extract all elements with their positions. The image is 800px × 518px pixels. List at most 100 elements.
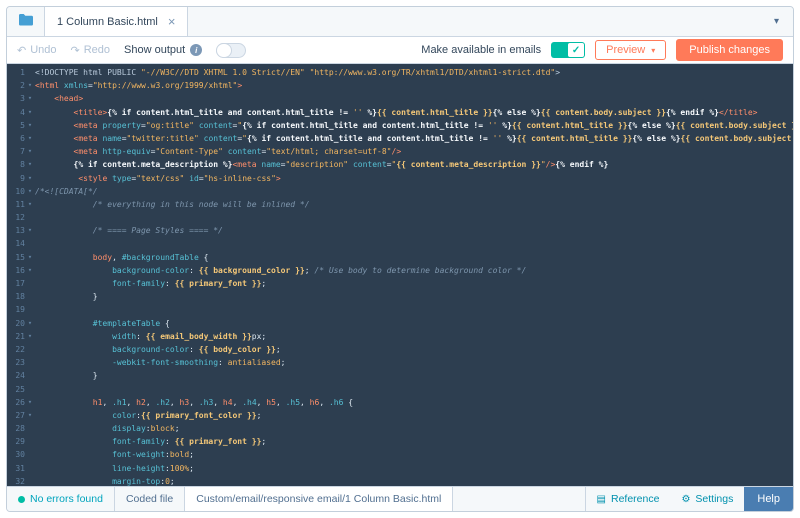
code-line[interactable]: 12▾ xyxy=(7,211,793,224)
chevron-down-icon: ▾ xyxy=(651,45,656,55)
code-text: h1, .h1, h2, .h2, h3, .h3, h4, .h4, h5, … xyxy=(92,397,354,407)
code-line[interactable]: 7 ▾ <meta http-equiv="Content-Type" conte… xyxy=(7,145,793,158)
code-line[interactable]: 30▾ font-weight:bold; xyxy=(7,448,793,461)
fold-caret-icon[interactable]: ▾ xyxy=(25,198,35,211)
publish-changes-button[interactable]: Publish changes xyxy=(676,39,783,61)
chevron-down-icon: ▾ xyxy=(773,16,779,27)
help-button[interactable]: Help xyxy=(744,487,793,511)
code-line[interactable]: 16 ▾ background-color: {{ background_colo… xyxy=(7,264,793,277)
status-bar: No errors found Coded file Custom/email/… xyxy=(7,486,793,511)
code-line[interactable]: 9 ▾ <style type="text/css" id="hs-inline-… xyxy=(7,172,793,185)
code-line[interactable]: 17▾ font-family: {{ primary_font }}; xyxy=(7,277,793,290)
reference-icon: ▤ xyxy=(596,493,606,505)
code-line[interactable]: 18▾ } xyxy=(7,290,793,303)
code-line[interactable]: 25▾ xyxy=(7,383,793,396)
toggle-knob xyxy=(216,42,233,58)
code-text: <style type="text/css" id="hs-inline-css… xyxy=(78,173,281,183)
status-dot-icon xyxy=(18,495,25,503)
code-line[interactable]: 20 ▾ #templateTable { xyxy=(7,317,793,330)
code-line[interactable]: 26 ▾ h1, .h1, h2, .h2, h3, .h3, h4, .h4, … xyxy=(7,396,793,409)
code-line[interactable]: 14▾ xyxy=(7,237,793,250)
line-number: 17 xyxy=(15,279,25,288)
code-text: <!DOCTYPE html PUBLIC "-//W3C//DTD XHTML… xyxy=(35,68,561,77)
code-text: color:{{ primary_font_color }}; xyxy=(112,410,262,420)
reference-label: Reference xyxy=(611,493,660,505)
code-text: font-weight:bold; xyxy=(112,450,194,460)
close-icon[interactable]: × xyxy=(168,15,176,28)
fold-caret-icon[interactable]: ▾ xyxy=(25,396,35,409)
code-line[interactable]: 6 ▾ <meta name="twitter:title" content="{… xyxy=(7,132,793,145)
code-text: body, #backgroundTable { xyxy=(92,252,209,262)
line-number: 13 xyxy=(15,226,25,236)
tab-1-column-basic[interactable]: 1 Column Basic.html × xyxy=(45,7,189,36)
fold-caret-icon[interactable]: ▾ xyxy=(25,330,35,343)
fold-caret-icon[interactable]: ▾ xyxy=(25,119,35,132)
code-line[interactable]: 8 ▾ {% if content.meta_description %}<met… xyxy=(7,158,793,171)
fold-caret-icon[interactable]: ▾ xyxy=(25,264,35,277)
fold-caret-icon[interactable]: ▾ xyxy=(25,106,35,119)
code-line[interactable]: 5 ▾ <meta property="og:title" content="{%… xyxy=(7,119,793,132)
code-line[interactable]: 15 ▾ body, #backgroundTable { xyxy=(7,251,793,264)
preview-label: Preview xyxy=(606,44,646,56)
code-text: line-height:100%; xyxy=(112,463,194,473)
make-available-toggle[interactable]: ✓ xyxy=(551,42,586,58)
code-line[interactable]: 22▾ background-color: {{ body_color }}; xyxy=(7,343,793,356)
settings-button[interactable]: ⚙ Settings xyxy=(670,487,744,511)
line-number: 24 xyxy=(15,371,25,381)
show-output-toggle[interactable] xyxy=(216,42,247,58)
code-line[interactable]: 24▾ } xyxy=(7,369,793,382)
code-line[interactable]: 10 ▾/*<![CDATA[*/ xyxy=(7,185,793,198)
fold-caret-icon[interactable]: ▾ xyxy=(25,251,35,264)
code-text: <meta property="og:title" content="{% if… xyxy=(73,120,793,130)
code-text: width: {{ email_body_width }}px; xyxy=(112,331,267,341)
tab-overflow-button[interactable]: ▾ xyxy=(760,7,793,36)
toolbar-right-group: Make available in emails ✓ Preview ▾ Pub… xyxy=(421,39,783,61)
line-number: 10 xyxy=(15,186,25,196)
code-line[interactable]: 4 ▾ <title>{% if content.html_title and c… xyxy=(7,106,793,119)
redo-button[interactable]: ↷ Redo xyxy=(71,44,111,57)
tab-bar: 1 Column Basic.html × ▾ xyxy=(7,7,793,37)
code-line[interactable]: 19▾ xyxy=(7,303,793,316)
fold-caret-icon[interactable]: ▾ xyxy=(25,317,35,330)
undo-button[interactable]: ↶ Undo xyxy=(17,44,57,57)
code-line[interactable]: 29▾ font-family: {{ primary_font }}; xyxy=(7,435,793,448)
code-line[interactable]: 1▾<!DOCTYPE html PUBLIC "-//W3C//DTD XHT… xyxy=(7,66,793,79)
gear-icon: ⚙ xyxy=(681,493,691,505)
fold-caret-icon[interactable]: ▾ xyxy=(25,172,35,185)
fold-caret-icon[interactable]: ▾ xyxy=(25,132,35,145)
fold-caret-icon[interactable]: ▾ xyxy=(25,185,35,198)
code-line[interactable]: 23▾ -webkit-font-smoothing: antialiased; xyxy=(7,356,793,369)
code-line[interactable]: 2 ▾ <html xmlns="http://www.w3.org/1999/xh… xyxy=(7,79,793,92)
code-text: {% if content.meta_description %}<meta n… xyxy=(73,160,609,170)
code-line[interactable]: 27 ▾ color:{{ primary_font_color }}; xyxy=(7,409,793,422)
code-text: margin-top:0; xyxy=(112,476,175,486)
code-text: <head> xyxy=(54,94,84,104)
info-icon[interactable]: i xyxy=(190,44,203,56)
code-text: <meta http-equiv="Content-Type" content=… xyxy=(73,147,402,157)
code-line[interactable]: 11 ▾ /* everything in this node will be i… xyxy=(7,198,793,211)
fold-caret-icon[interactable]: ▾ xyxy=(25,92,35,105)
fold-caret-icon[interactable]: ▾ xyxy=(25,409,35,422)
code-text: display:block; xyxy=(112,424,180,434)
fold-caret-icon[interactable]: ▾ xyxy=(25,224,35,237)
code-editor[interactable]: 1▾<!DOCTYPE html PUBLIC "-//W3C//DTD XHT… xyxy=(7,64,793,486)
line-number: 31 xyxy=(15,463,25,473)
file-browser-button[interactable] xyxy=(7,7,45,36)
fold-caret-icon[interactable]: ▾ xyxy=(25,79,35,92)
fold-caret-icon[interactable]: ▾ xyxy=(25,145,35,158)
code-line[interactable]: 28▾ display:block; xyxy=(7,422,793,435)
code-line[interactable]: 13 ▾ /* ==== Page Styles ==== */ xyxy=(7,224,793,237)
preview-button[interactable]: Preview ▾ xyxy=(595,40,667,60)
reference-button[interactable]: ▤ Reference xyxy=(586,487,671,511)
code-line[interactable]: 31▾ line-height:100%; xyxy=(7,462,793,475)
line-number: 26 xyxy=(15,397,25,407)
code-line[interactable]: 21 ▾ width: {{ email_body_width }}px; xyxy=(7,330,793,343)
fold-caret-icon[interactable]: ▾ xyxy=(25,158,35,171)
line-number: 32 xyxy=(15,476,25,486)
code-line[interactable]: 3 ▾ <head> xyxy=(7,92,793,105)
code-line[interactable]: 32▾ margin-top:0; xyxy=(7,475,793,486)
line-number: 29 xyxy=(15,437,25,447)
